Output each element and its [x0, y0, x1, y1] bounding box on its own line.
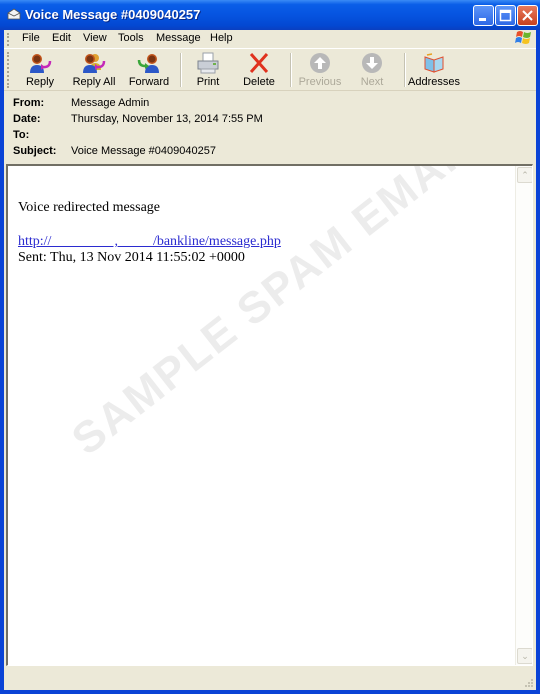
scroll-down-button[interactable]: ⌄ [517, 648, 532, 664]
menu-view[interactable]: View [83, 32, 107, 44]
previous-button[interactable]: Previous [296, 50, 344, 90]
reply-label: Reply [25, 76, 55, 88]
sent-line: Sent: Thu, 13 Nov 2014 11:55:02 +0000 [18, 250, 245, 265]
menu-grip[interactable] [7, 33, 11, 46]
address-book-icon [424, 53, 444, 73]
menu-tools[interactable]: Tools [118, 32, 144, 44]
reply-all-icon [83, 54, 106, 73]
minimize-icon [479, 18, 486, 21]
next-button[interactable]: Next [354, 50, 390, 90]
date-label: Date: [13, 113, 41, 125]
message-headers: From: Message Admin Date: Thursday, Nove… [4, 92, 536, 164]
previous-label: Previous [298, 76, 342, 88]
menu-help[interactable]: Help [210, 32, 233, 44]
reply-all-button[interactable]: Reply All [68, 50, 120, 90]
delete-x-icon [249, 53, 269, 73]
forward-label: Forward [128, 76, 170, 88]
menu-file[interactable]: File [22, 32, 40, 44]
maximize-button[interactable] [495, 5, 516, 26]
reply-all-label: Reply All [72, 76, 116, 88]
toolbar-separator [404, 53, 406, 87]
print-label: Print [196, 76, 220, 88]
scroll-up-button[interactable]: ⌃ [517, 167, 532, 183]
toolbar: Reply Reply All Forward Print Delete Pre… [4, 49, 536, 91]
subject-label: Subject: [13, 145, 57, 157]
chevron-up-icon: ⌃ [521, 170, 529, 180]
date-value: Thursday, November 13, 2014 7:55 PM [71, 113, 263, 125]
envelope-icon [7, 8, 21, 20]
body-text: Voice redirected message [18, 200, 161, 215]
delete-button[interactable]: Delete [238, 50, 280, 90]
addresses-button[interactable]: Addresses [408, 50, 460, 90]
forward-button[interactable]: Forward [124, 50, 174, 90]
message-window: Voice Message #0409040257 File Edit View… [0, 0, 540, 694]
message-content: Voice redirected message http:// , /bank… [18, 200, 281, 266]
toolbar-separator [180, 53, 182, 87]
message-link[interactable]: http:// , /bankline/message.php [18, 234, 281, 249]
toolbar-separator [290, 53, 292, 87]
from-label: From: [13, 97, 45, 109]
chevron-down-icon: ⌄ [521, 651, 529, 661]
addresses-label: Addresses [408, 76, 460, 88]
close-icon [522, 10, 533, 21]
menu-bar: File Edit View Tools Message Help [4, 30, 536, 49]
printer-icon [197, 52, 219, 74]
status-bar [4, 668, 536, 690]
minimize-button[interactable] [473, 5, 494, 26]
title-bar[interactable]: Voice Message #0409040257 [0, 0, 540, 30]
from-value: Message Admin [71, 97, 150, 109]
reply-icon [30, 54, 52, 73]
print-button[interactable]: Print [188, 50, 228, 90]
client-area: File Edit View Tools Message Help Reply … [4, 30, 536, 690]
window-title: Voice Message #0409040257 [25, 7, 201, 22]
delete-label: Delete [243, 76, 275, 88]
reply-button[interactable]: Reply [18, 50, 62, 90]
maximize-icon [499, 9, 512, 22]
toolbar-grip[interactable] [7, 52, 9, 88]
down-arrow-icon [362, 53, 382, 73]
close-button[interactable] [517, 5, 538, 26]
windows-logo-icon [515, 31, 531, 44]
forward-icon [137, 54, 159, 73]
next-label: Next [360, 76, 384, 88]
subject-value: Voice Message #0409040257 [71, 145, 216, 157]
message-body[interactable]: Voice redirected message http:// , /bank… [6, 164, 533, 666]
menu-edit[interactable]: Edit [52, 32, 71, 44]
resize-grip-icon[interactable] [524, 678, 534, 688]
vertical-scrollbar[interactable]: ⌃ ⌄ [515, 166, 532, 665]
menu-message[interactable]: Message [156, 32, 201, 44]
to-label: To: [13, 129, 30, 141]
up-arrow-icon [310, 53, 330, 73]
